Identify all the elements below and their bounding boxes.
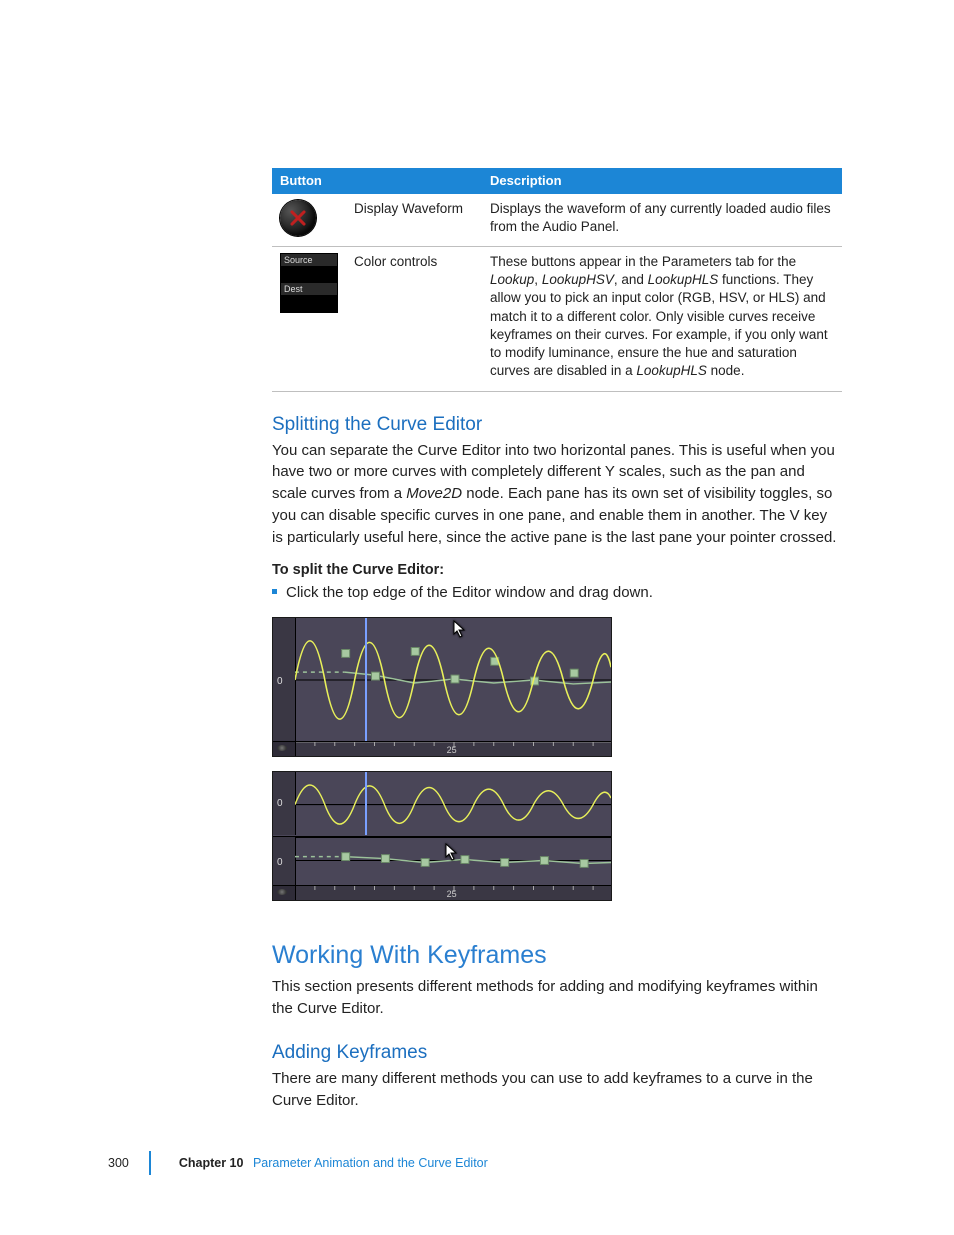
plot-area-top [295,772,611,835]
step-list: Click the top edge of the Editor window … [272,582,842,603]
heading-splitting: Splitting the Curve Editor [272,414,842,436]
paragraph: This section presents different methods … [272,976,842,1020]
curve-editor-screenshot-split: 0 0 [272,771,612,901]
th-description: Description [482,168,842,194]
y-axis-bottom: 0 [273,837,296,886]
button-name: Color controls [346,246,482,391]
button-name: Display Waveform [346,194,482,247]
heading-keyframes: Working With Keyframes [272,941,842,970]
dest-swatch [281,295,337,312]
desc-em: LookupHLS [648,272,719,287]
page-footer: 300 Chapter 10 Parameter Animation and t… [108,1151,488,1175]
step-title: To split the Curve Editor: [272,562,842,578]
button-description: These buttons appear in the Parameters t… [482,246,842,391]
chapter-label: Chapter 10 [179,1156,244,1170]
desc-text: , [534,272,542,287]
corner-grip-icon [273,741,296,756]
table-row: Source Dest Color controls These buttons… [272,246,842,391]
source-swatch [281,266,337,283]
content-column: Button Description Display Waveform Disp… [272,168,842,1111]
body-em: Move2D [406,485,462,502]
button-description-table: Button Description Display Waveform Disp… [272,168,842,392]
y-zero-label: 0 [277,857,283,868]
plot-area [295,618,611,742]
th-button: Button [272,168,482,194]
dest-label: Dest [281,283,337,295]
curve-editor-screenshot-single: 0 [272,617,612,757]
table-row: Display Waveform Displays the waveform o… [272,194,842,247]
chapter-title: Parameter Animation and the Curve Editor [253,1156,488,1170]
plot-area-bottom [295,837,611,886]
icon-cell [272,194,346,247]
desc-text: , and [614,272,648,287]
page-number: 300 [108,1156,129,1170]
corner-grip-icon [273,885,296,900]
desc-em: LookupHLS [636,363,707,378]
x-ruler: 25 [295,741,611,756]
step-item: Click the top edge of the Editor window … [272,582,842,603]
color-controls-icon: Source Dest [280,253,338,313]
x-ruler: 25 [295,885,611,900]
playhead [365,618,367,742]
heading-adding-keyframes: Adding Keyframes [272,1042,842,1064]
x-tick-label: 25 [447,889,457,899]
source-label: Source [281,254,337,266]
y-axis-top: 0 [273,772,296,835]
paragraph: There are many different methods you can… [272,1068,842,1112]
y-zero-label: 0 [277,798,283,809]
desc-text: node. [707,363,745,378]
y-zero-label: 0 [277,676,283,687]
curves-svg [295,772,611,835]
button-description: Displays the waveform of any currently l… [482,194,842,247]
desc-em: Lookup [490,272,534,287]
paragraph: You can separate the Curve Editor into t… [272,440,842,549]
cursor-icon [445,843,459,861]
waveform-disabled-icon [280,200,316,236]
page: Button Description Display Waveform Disp… [0,0,954,1235]
cursor-icon [453,620,467,638]
footer-accent-bar [149,1151,151,1175]
desc-em: LookupHSV [542,272,614,287]
y-axis: 0 [273,618,296,742]
x-tick-label: 25 [447,745,457,755]
desc-text: These buttons appear in the Parameters t… [490,254,796,269]
playhead [365,772,367,835]
icon-cell: Source Dest [272,246,346,391]
